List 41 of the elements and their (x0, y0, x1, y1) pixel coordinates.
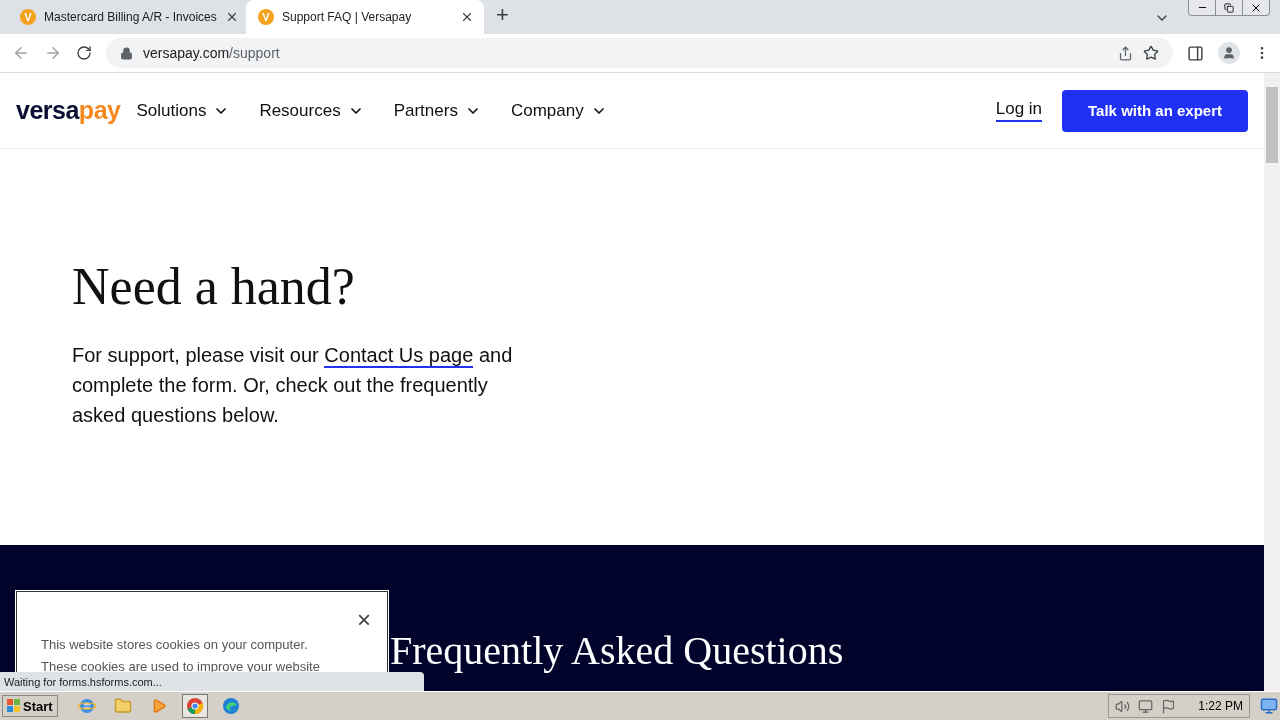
favicon: V (20, 9, 36, 25)
logo[interactable]: versapay (16, 96, 121, 125)
browser-tab[interactable]: V Support FAQ | Versapay (246, 0, 484, 34)
back-icon[interactable] (12, 44, 30, 62)
clock[interactable]: 1:22 PM (1198, 699, 1243, 713)
nav-menu-item[interactable]: Solutions (136, 100, 230, 121)
contact-link[interactable]: Contact Us page (324, 344, 474, 368)
side-panel-icon[interactable] (1187, 44, 1204, 62)
page-heading: Need a hand? (72, 257, 356, 316)
speaker-icon[interactable] (1115, 698, 1131, 714)
lock-icon (120, 46, 133, 60)
url-path: /support (229, 45, 280, 61)
star-icon[interactable] (1143, 45, 1159, 61)
address-field[interactable]: versapay.com/support (106, 38, 1173, 68)
show-desktop-icon[interactable] (1260, 697, 1278, 715)
login-link[interactable]: Log in (995, 99, 1043, 122)
browser-tab[interactable]: V Mastercard Billing A/R - Invoices (8, 0, 246, 34)
share-icon[interactable] (1118, 45, 1133, 61)
forward-icon[interactable] (44, 44, 62, 62)
profile-icon[interactable] (1218, 42, 1240, 64)
flag-icon[interactable] (1161, 698, 1177, 714)
faq-heading: Frequently Asked Questions (390, 631, 844, 671)
favicon: V (258, 9, 274, 25)
windows-flag-icon (7, 699, 21, 713)
reload-icon[interactable] (76, 45, 92, 61)
close-button[interactable]: × (357, 608, 371, 632)
start-button[interactable]: Start (2, 695, 58, 717)
nav-menu-item[interactable]: Company (510, 100, 607, 121)
scrollbar[interactable] (1264, 73, 1280, 691)
talk-with-expert-button[interactable]: Talk with an expert (1062, 89, 1248, 132)
status-text: Waiting for forms.hsforms.com... (0, 672, 424, 691)
nav-menu-item[interactable]: Resources (259, 100, 364, 121)
intro-paragraph: For support, please visit our Contact Us page and complete the form. Or, check out the frequently asked questions below. (72, 343, 514, 428)
cookie-text: This website stores cookies on your computer. (41, 637, 309, 652)
nav-menu-item[interactable]: Partners (393, 100, 481, 121)
tab-title: Mastercard Billing A/R - Invoices (44, 10, 217, 24)
url-host: versapay.com (143, 45, 230, 61)
close-icon[interactable] (460, 10, 474, 24)
restore-icon[interactable] (1224, 2, 1234, 13)
new-tab-button[interactable]: + (496, 2, 509, 28)
tab-title: Support FAQ | Versapay (282, 10, 413, 24)
